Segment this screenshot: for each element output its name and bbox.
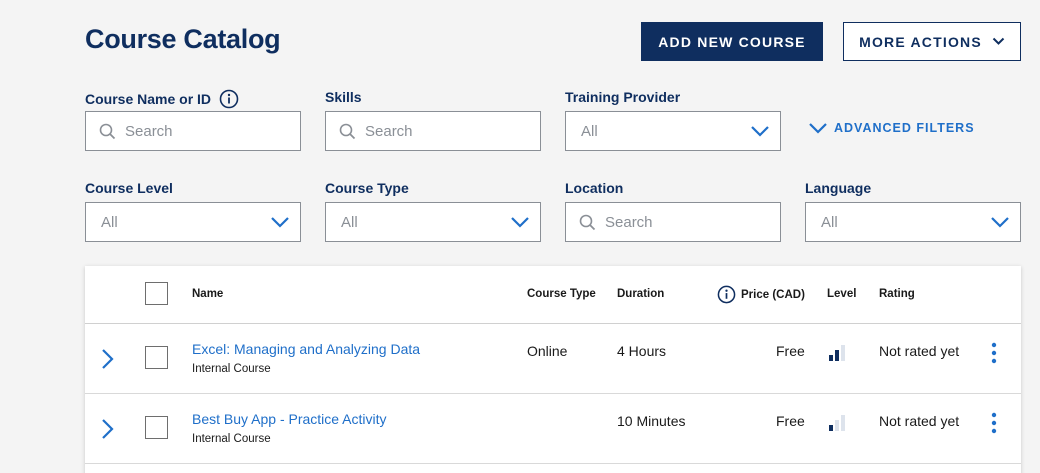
- training-provider-value: All: [581, 122, 598, 140]
- price-cell: Free: [776, 413, 805, 429]
- price-cell: Free: [776, 343, 805, 359]
- language-select[interactable]: All: [805, 202, 1021, 242]
- chevron-down-icon: [271, 217, 289, 228]
- chevron-down-icon: [809, 123, 827, 134]
- column-header-rating[interactable]: Rating: [879, 288, 915, 300]
- course-type-label: Course Type: [325, 180, 409, 196]
- course-name-label: Course Name or ID: [85, 89, 239, 109]
- more-actions-label: MORE ACTIONS: [859, 33, 982, 50]
- location-label-text: Location: [565, 180, 624, 196]
- more-actions-button[interactable]: MORE ACTIONS: [843, 22, 1021, 61]
- table-row: Excel: Managing and Analyzing Data Inter…: [85, 324, 1021, 394]
- skills-search-input[interactable]: Search: [325, 111, 541, 151]
- table-header: Name Course Type Duration Price (CAD) Le…: [85, 266, 1021, 324]
- price-header-label: Price (CAD): [741, 288, 805, 301]
- course-subtitle: Internal Course: [192, 363, 271, 375]
- advanced-filters-label: ADVANCED FILTERS: [834, 121, 975, 135]
- chevron-down-icon: [992, 37, 1005, 45]
- course-type-label-text: Course Type: [325, 180, 409, 196]
- language-value: All: [821, 213, 838, 231]
- skills-placeholder: Search: [365, 122, 413, 140]
- duration-cell: 4 Hours: [617, 343, 667, 359]
- chevron-down-icon: [511, 217, 529, 228]
- search-icon: [99, 123, 116, 139]
- level-bar: [829, 355, 833, 361]
- location-search-input[interactable]: Search: [565, 202, 781, 242]
- search-icon: [579, 214, 596, 230]
- column-header-level[interactable]: Level: [827, 288, 856, 300]
- course-level-label-text: Course Level: [85, 180, 173, 196]
- course-table: Name Course Type Duration Price (CAD) Le…: [85, 266, 1021, 473]
- more-options-icon[interactable]: [991, 342, 997, 364]
- info-icon[interactable]: [717, 285, 736, 304]
- training-provider-label: Training Provider: [565, 89, 680, 105]
- location-placeholder: Search: [605, 213, 653, 231]
- add-new-course-label: ADD NEW COURSE: [658, 33, 806, 50]
- course-type-value: All: [341, 213, 358, 231]
- course-name-search-input[interactable]: Search: [85, 111, 301, 151]
- select-all-checkbox[interactable]: [145, 282, 168, 305]
- row-checkbox[interactable]: [145, 346, 168, 369]
- level-bars-icon: [829, 345, 845, 361]
- location-label: Location: [565, 180, 623, 196]
- rating-cell: Not rated yet: [879, 343, 960, 359]
- level-bars-icon: [829, 415, 845, 431]
- rating-cell: Not rated yet: [879, 413, 960, 429]
- course-level-label: Course Level: [85, 180, 173, 196]
- course-name-placeholder: Search: [125, 122, 173, 140]
- chevron-down-icon: [751, 126, 769, 137]
- course-level-select[interactable]: All: [85, 202, 301, 242]
- duration-cell: 10 Minutes: [617, 413, 686, 429]
- chevron-right-icon[interactable]: [101, 348, 115, 370]
- level-bar: [841, 415, 845, 431]
- info-icon[interactable]: [219, 89, 239, 109]
- course-name-label-text: Course Name or ID: [85, 91, 212, 107]
- column-header-course-type[interactable]: Course Type: [527, 288, 596, 300]
- skills-label: Skills: [325, 89, 362, 105]
- row-checkbox[interactable]: [145, 416, 168, 439]
- column-header-name[interactable]: Name: [192, 288, 223, 300]
- level-bar: [835, 420, 839, 431]
- course-type-cell: Online: [527, 343, 568, 359]
- training-provider-label-text: Training Provider: [565, 89, 681, 105]
- skills-label-text: Skills: [325, 89, 362, 105]
- column-header-duration[interactable]: Duration: [617, 288, 664, 300]
- course-level-value: All: [101, 213, 118, 231]
- page-title: Course Catalog: [85, 24, 281, 54]
- training-provider-select[interactable]: All: [565, 111, 781, 151]
- level-bar: [835, 350, 839, 361]
- level-bar: [841, 345, 845, 361]
- add-new-course-button[interactable]: ADD NEW COURSE: [641, 22, 823, 61]
- language-label-text: Language: [805, 180, 872, 196]
- course-name-link[interactable]: Best Buy App - Practice Activity: [192, 411, 387, 427]
- course-subtitle: Internal Course: [192, 433, 271, 445]
- course-name-link[interactable]: Excel: Managing and Analyzing Data: [192, 341, 420, 357]
- advanced-filters-toggle[interactable]: ADVANCED FILTERS: [808, 121, 975, 135]
- language-label: Language: [805, 180, 871, 196]
- course-type-select[interactable]: All: [325, 202, 541, 242]
- chevron-right-icon[interactable]: [101, 418, 115, 440]
- chevron-down-icon: [991, 217, 1009, 228]
- level-bar: [829, 425, 833, 431]
- table-row: Best Buy App - Practice Activity Interna…: [85, 394, 1021, 464]
- search-icon: [339, 123, 356, 139]
- column-header-price[interactable]: Price (CAD): [717, 285, 805, 304]
- more-options-icon[interactable]: [991, 412, 997, 434]
